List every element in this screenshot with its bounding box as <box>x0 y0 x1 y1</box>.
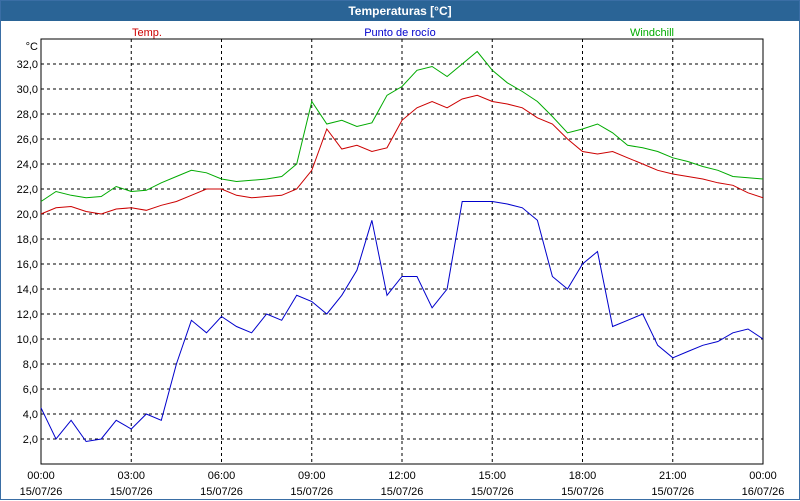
x-tick-time: 12:00 <box>388 470 416 482</box>
x-tick-time: 18:00 <box>569 470 597 482</box>
x-tick-time: 00:00 <box>749 470 777 482</box>
y-tick-label: 6,0 <box>23 384 38 396</box>
y-tick-label: 30,0 <box>17 84 38 96</box>
y-tick-label: 14,0 <box>17 284 38 296</box>
x-tick-time: 09:00 <box>298 470 326 482</box>
y-tick-label: 10,0 <box>17 334 38 346</box>
y-tick-label: 26,0 <box>17 134 38 146</box>
x-tick-time: 15:00 <box>478 470 506 482</box>
x-tick-date: 15/07/26 <box>20 486 63 498</box>
y-tick-label: 2,0 <box>23 434 38 446</box>
legend-item: Temp. <box>132 27 162 39</box>
x-tick-date: 15/07/26 <box>200 486 243 498</box>
x-tick-time: 06:00 <box>208 470 236 482</box>
axes: 2,0 4,0 6,0 8,0 10,0 12,0 14,0 16,0 18,0 20,0 22,0… <box>17 41 785 498</box>
temperature-chart: 2,0 4,0 6,0 8,0 10,0 12,0 14,0 16,0 18,0 20,0 22,0… <box>17 27 785 498</box>
y-tick-label: 22,0 <box>17 184 38 196</box>
x-tick-time: 00:00 <box>27 470 55 482</box>
x-tick-date: 15/07/26 <box>290 486 333 498</box>
legend-item: Punto de rocío <box>364 27 436 39</box>
y-tick-label: 20,0 <box>17 209 38 221</box>
y-tick-label: 18,0 <box>17 234 38 246</box>
x-tick-date: 15/07/26 <box>561 486 604 498</box>
y-tick-label: 4,0 <box>23 409 38 421</box>
y-tick-label: 12,0 <box>17 309 38 321</box>
x-tick-date: 15/07/26 <box>651 486 694 498</box>
chart-window: Temperaturas [°C] 2,0 4,0 6,0 8,0 10,0 12,0 14… <box>0 0 800 500</box>
legend-item: Windchill <box>630 27 674 39</box>
x-tick-time: 03:00 <box>117 470 145 482</box>
x-tick-date: 16/07/26 <box>742 486 785 498</box>
y-unit-label: °C <box>26 41 38 53</box>
x-tick-time: 21:00 <box>659 470 687 482</box>
y-tick-label: 8,0 <box>23 359 38 371</box>
x-tick-date: 15/07/26 <box>381 486 424 498</box>
y-tick-label: 28,0 <box>17 109 38 121</box>
x-tick-date: 15/07/26 <box>110 486 153 498</box>
y-tick-label: 16,0 <box>17 259 38 271</box>
legend: Temp. Punto de rocío Windchill <box>132 27 674 39</box>
grid <box>41 39 763 464</box>
x-tick-date: 15/07/26 <box>471 486 514 498</box>
y-tick-label: 24,0 <box>17 159 38 171</box>
y-tick-label: 32,0 <box>17 59 38 71</box>
